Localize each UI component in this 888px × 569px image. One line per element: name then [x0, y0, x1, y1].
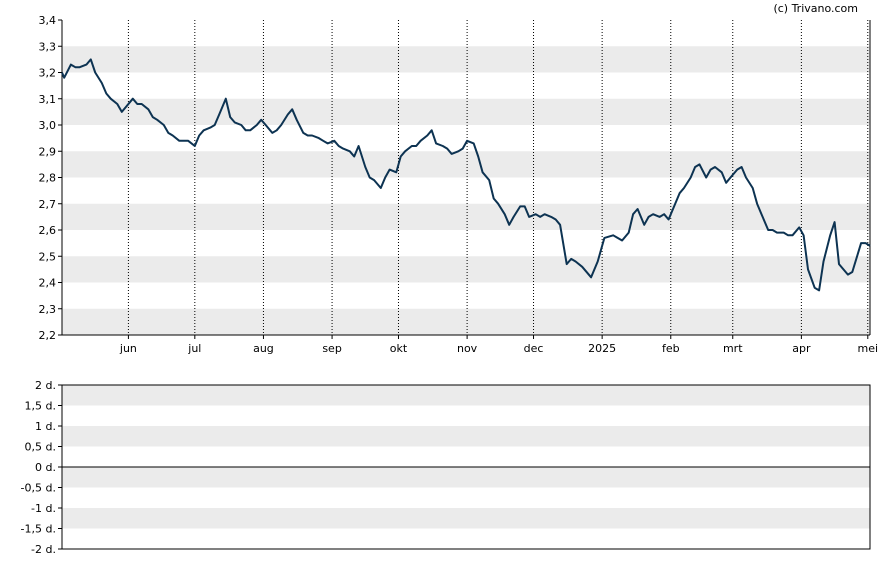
lower-band — [62, 426, 870, 447]
x-tick-label: feb — [662, 342, 680, 355]
copyright-label: (c) Trivano.com — [773, 2, 858, 15]
x-tick-label: mei — [858, 342, 879, 355]
x-tick-label: 2025 — [588, 342, 616, 355]
x-tick-label: dec — [524, 342, 544, 355]
x-tick-label: nov — [457, 342, 478, 355]
price-band — [62, 308, 870, 335]
y-tick-label: 3,3 — [39, 40, 57, 53]
lower-band — [62, 385, 870, 406]
lower-y-tick-label: -1,5 d. — [21, 523, 56, 536]
y-tick-label: 2,6 — [39, 224, 57, 237]
x-tick-label: sep — [322, 342, 341, 355]
x-tick-label: apr — [792, 342, 811, 355]
price-band — [62, 98, 870, 125]
x-tick-label: jun — [119, 342, 137, 355]
price-band — [62, 203, 870, 230]
lower-y-tick-label: 1 d. — [35, 420, 56, 433]
y-tick-label: 3,4 — [39, 14, 57, 27]
price-band — [62, 256, 870, 283]
lower-y-tick-label: 0 d. — [35, 461, 56, 474]
y-tick-label: 2,5 — [39, 250, 57, 263]
price-band — [62, 46, 870, 73]
x-tick-label: aug — [253, 342, 274, 355]
lower-panel-bands — [62, 385, 870, 529]
price-band — [62, 151, 870, 178]
price-panel-y-ticks: 2,2 2,3 2,4 2,5 2,6 2,7 2,8 2,9 3,0 3,1 3,2 3,3 3,4 — [39, 14, 62, 342]
lower-band — [62, 508, 870, 529]
lower-band — [62, 467, 870, 488]
lower-y-tick-label: -1 d. — [31, 502, 56, 515]
y-tick-label: 2,4 — [39, 277, 57, 290]
chart-svg: 2,22,32,42,52,62,72,82,93,03,13,23,33,4 … — [21, 14, 879, 556]
chart-root: 2,2 2,3 2,4 2,5 2,6 2,7 2,8 2,9 3,0 3,1 3,2 3,3 3,4 … — [0, 0, 888, 565]
y-tick-label: 3,0 — [39, 119, 57, 132]
lower-y-tick-label: 2 d. — [35, 379, 56, 392]
lower-y-tick-label: 1,5 d. — [25, 400, 56, 413]
x-tick-label: okt — [390, 342, 408, 355]
lower-y-tick-label: 0,5 d. — [25, 441, 56, 454]
y-tick-label: 2,8 — [39, 172, 57, 185]
price-panel-bands — [62, 46, 870, 335]
y-tick-label: 3,1 — [39, 93, 57, 106]
y-tick-label: 2,3 — [39, 303, 57, 316]
y-tick-label: 2,9 — [39, 145, 57, 158]
x-tick-label: jul — [187, 342, 201, 355]
price-panel-x-ticks: jun jul aug sep okt nov dec 2025 feb mrt apr mei — [119, 335, 878, 355]
lower-panel-y-ticks: 2 d. 1,5 d. 1 d. 0,5 d. 0 d. -0,5 d. -1 d. -1,5… — [21, 379, 62, 556]
lower-y-tick-label: -2 d. — [31, 543, 56, 556]
y-tick-label: 2,7 — [39, 198, 57, 211]
y-tick-label: 3,2 — [39, 67, 57, 80]
y-tick-label: 2,2 — [39, 329, 57, 342]
x-tick-label: mrt — [723, 342, 743, 355]
lower-y-tick-label: -0,5 d. — [21, 482, 56, 495]
